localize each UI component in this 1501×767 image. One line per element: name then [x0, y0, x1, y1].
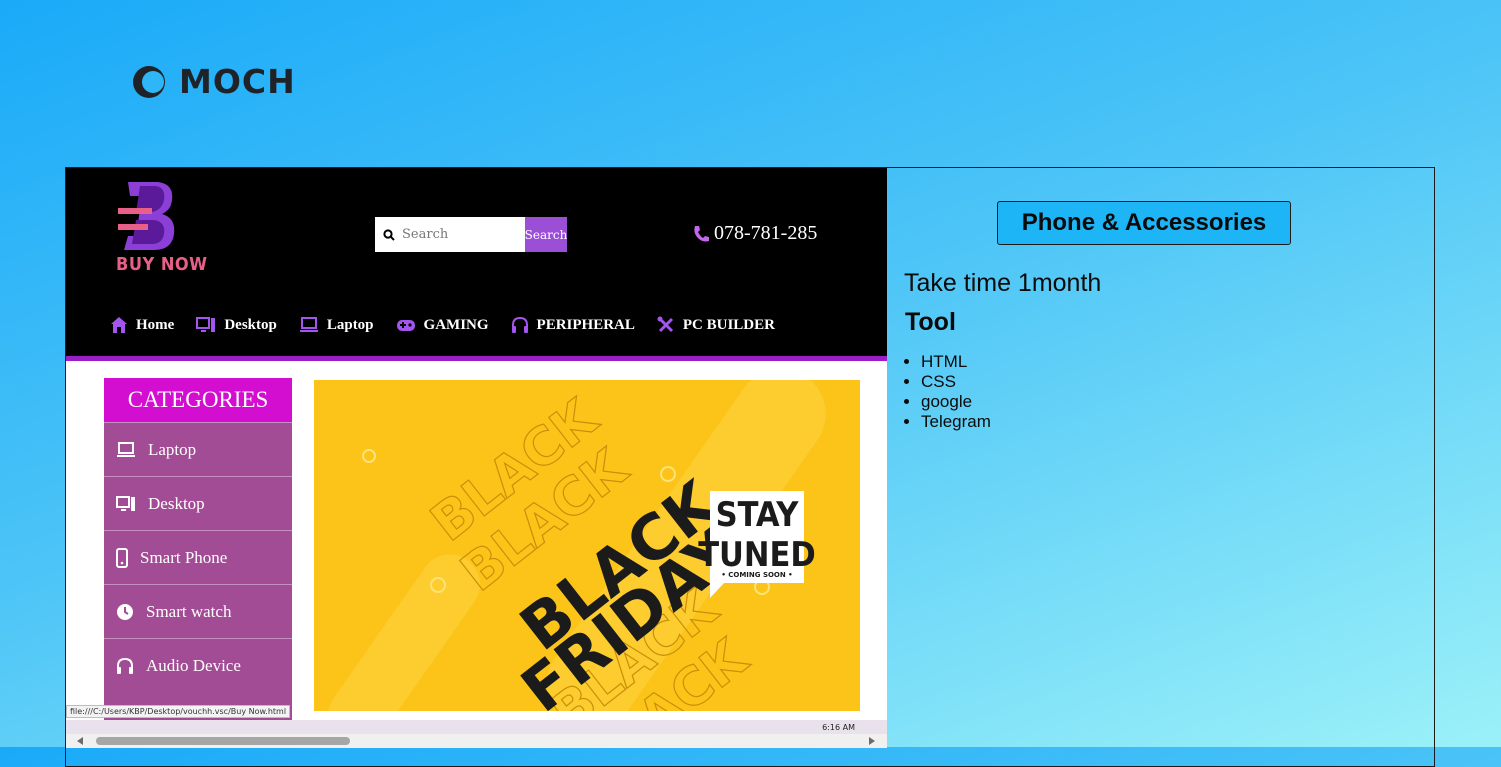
black-friday-banner: BLACK BLACK BLACK BLACK BLACK FRIDAY STA… — [314, 380, 860, 711]
category-label: Desktop — [148, 493, 205, 513]
brand-logo[interactable]: MOCH — [131, 62, 296, 101]
preview-nav-laptop: Laptop — [299, 316, 374, 334]
tool-item: Telegram — [921, 412, 991, 432]
desktop-icon — [196, 317, 216, 332]
buy-now-text: BUY NOW — [116, 254, 208, 275]
scrollbar-thumb[interactable] — [96, 737, 350, 745]
preview-header: BUY NOW Search Search 078-781-285 Home D… — [66, 168, 887, 358]
category-smart-phone: Smart Phone — [104, 530, 292, 584]
tools-list: HTML CSS google Telegram — [921, 352, 991, 432]
tools-icon — [657, 316, 673, 333]
preview-search: Search Search — [375, 217, 567, 252]
preview-nav-home: Home — [110, 316, 174, 334]
phone-call-icon — [694, 225, 709, 241]
banner-tuned: TUNED — [698, 535, 816, 575]
category-smart-watch: Smart watch — [104, 584, 292, 638]
project-title-button[interactable]: Phone & Accessories — [997, 201, 1291, 245]
headphones-icon — [511, 316, 528, 333]
category-label: Smart watch — [146, 601, 232, 621]
laptop-icon — [117, 441, 135, 457]
preview-search-button: Search — [525, 217, 567, 252]
category-audio-device: Audio Device — [104, 638, 292, 692]
category-desktop: Desktop — [104, 476, 292, 530]
gamepad-icon — [396, 320, 415, 331]
headphones-icon — [117, 657, 133, 674]
nav-label: Desktop — [224, 316, 277, 333]
project-preview-screenshot[interactable]: BUY NOW Search Search 078-781-285 Home D… — [66, 168, 887, 748]
nav-label: PERIPHERAL — [536, 316, 635, 333]
category-label: Laptop — [148, 439, 197, 459]
crescent-moon-icon — [133, 65, 165, 98]
project-duration: Take time 1month — [904, 269, 1102, 297]
nav-label: Laptop — [326, 316, 374, 333]
phone-number: 078-781-285 — [714, 222, 818, 244]
tool-item: CSS — [921, 372, 991, 392]
horizontal-scrollbar[interactable] — [66, 734, 887, 748]
nav-label: GAMING — [423, 316, 489, 333]
category-label: Audio Device — [146, 655, 241, 675]
scroll-right-arrow-icon[interactable] — [869, 737, 875, 745]
scroll-left-arrow-icon[interactable] — [77, 737, 83, 745]
preview-nav-peripheral: PERIPHERAL — [511, 316, 635, 334]
category-label: Smart Phone — [140, 547, 228, 567]
categories-title: CATEGORIES — [104, 378, 292, 422]
category-laptop: Laptop — [104, 422, 292, 476]
buy-now-logo-icon — [118, 182, 175, 250]
status-url-tooltip: file:///C:/Users/KBP/Desktop/vouchh.vsc/… — [66, 705, 291, 718]
tools-heading: Tool — [905, 308, 956, 336]
preview-nav-pc-builder: PC BUILDER — [657, 316, 775, 334]
banner-coming-soon: • COMING SOON • — [721, 571, 792, 579]
preview-phone: 078-781-285 — [692, 222, 817, 245]
preview-nav-desktop: Desktop — [196, 316, 277, 334]
tool-item: HTML — [921, 352, 991, 372]
preview-header-border — [66, 356, 887, 361]
taskbar-clock: 6:16 AM — [822, 723, 855, 732]
preview-nav-gaming: GAMING — [396, 316, 489, 334]
banner-stay: STAY — [716, 495, 800, 535]
preview-search-input: Search — [375, 217, 525, 252]
search-icon — [383, 228, 395, 241]
clock-icon — [117, 603, 133, 620]
laptop-icon — [299, 317, 318, 332]
nav-label: PC BUILDER — [682, 316, 775, 333]
preview-nav: Home Desktop Laptop GAMING PERIPHERAL PC… — [110, 316, 775, 334]
home-icon — [111, 317, 127, 333]
preview-taskbar: 6:16 AM — [66, 720, 887, 734]
project-card: BUY NOW Search Search 078-781-285 Home D… — [65, 167, 1435, 767]
brand-name: MOCH — [179, 62, 296, 101]
phone-icon — [116, 547, 128, 568]
preview-categories: CATEGORIES Laptop Desktop Smart Phone Sm… — [104, 378, 292, 748]
nav-label: Home — [136, 316, 175, 333]
tool-item: google — [921, 392, 991, 412]
search-placeholder: Search — [402, 227, 449, 242]
desktop-icon — [116, 495, 135, 511]
